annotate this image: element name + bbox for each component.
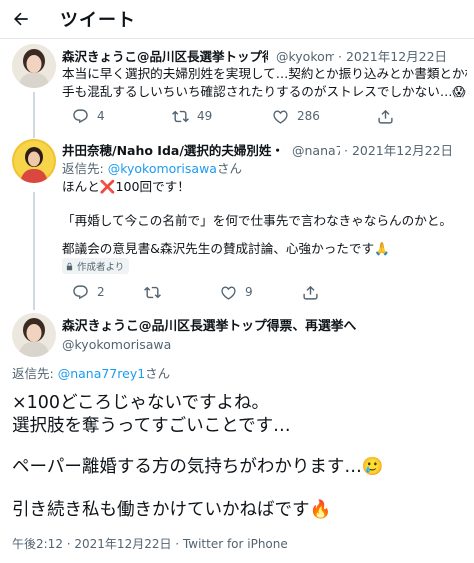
author-handle[interactable]: @nana77rey1 — [292, 142, 340, 159]
focus-text-line: ペーパー離婚する方の気持ちがわかります…🥲 — [12, 457, 384, 477]
tweet-text-line: ほんと❌100回です！ — [62, 179, 190, 194]
reply-icon — [73, 284, 88, 299]
like-count: 9 — [245, 285, 253, 299]
back-arrow-icon[interactable] — [8, 6, 34, 32]
like-icon — [273, 109, 288, 124]
tweet-header: 森沢きょうこ@品川区長選挙トップ得票、再選挙へ @kyokomorisawa ·… — [62, 48, 467, 65]
tweet-date[interactable]: 2021年12月22日 — [346, 49, 447, 64]
focus-author-handle[interactable]: @kyokomorisawa — [62, 336, 362, 353]
reply-count: 4 — [97, 109, 105, 123]
share-icon — [378, 109, 393, 124]
reply-to-link[interactable]: @nana77rey1 — [58, 366, 145, 381]
avatar[interactable] — [12, 44, 56, 88]
thread-line — [33, 92, 35, 138]
tweet-actions: 4 49 286 — [72, 107, 462, 125]
tweet-actions: 2 9 — [72, 283, 462, 301]
reply-suffix: さん — [216, 161, 242, 176]
reply-button[interactable]: 4 — [72, 107, 105, 125]
tweet-header: 井田奈穂/Naho Ida/選択的夫婦別姓・全国陳情アクション @nana77r… — [62, 142, 467, 159]
like-count: 286 — [297, 109, 320, 123]
tweet-text-line: 「再婚して今この名前で」を何で仕事先で言わなきゃならんのかと。 — [62, 213, 453, 228]
tweet-meta: 午後2:12 · 2021年12月22日 · Twitter for iPhon… — [12, 537, 288, 551]
lock-icon — [66, 262, 73, 270]
author-name[interactable]: 森沢きょうこ@品川区長選挙トップ得票、再選挙へ — [62, 48, 268, 65]
focus-text-line: 選択肢を奪うってすごいことです… — [12, 416, 291, 436]
separator: · — [337, 49, 342, 64]
retweet-icon — [144, 286, 161, 298]
thread-line — [33, 192, 35, 310]
avatar[interactable] — [12, 139, 56, 183]
author-handle[interactable]: @kyokomorisawa — [276, 48, 334, 65]
reply-to-link[interactable]: @kyokomorisawa — [108, 161, 217, 176]
reply-prefix: 返信先: — [62, 161, 108, 176]
reply-count: 2 — [97, 285, 105, 299]
tweet-text-line: 手も混乱するしいちいち確認されたりするのがストレスでしかない…😱 — [62, 84, 466, 99]
reply-suffix: さん — [145, 366, 171, 381]
header-divider — [0, 38, 474, 39]
share-button[interactable] — [302, 283, 319, 301]
focus-text-line: 引き続き私も働きかけていかねばです🔥 — [12, 500, 332, 520]
avatar[interactable] — [12, 313, 56, 357]
share-button[interactable] — [377, 107, 394, 125]
top-bar: ツイート — [0, 0, 474, 38]
reply-prefix: 返信先: — [12, 366, 58, 381]
reply-icon — [73, 108, 88, 123]
reply-context: 返信先: @kyokomorisawaさん — [62, 160, 467, 177]
tweet-text-line: 都議会の意見書&森沢先生の賛成討論、心強かったです🙏 — [62, 241, 390, 256]
author-name[interactable]: 井田奈穂/Naho Ida/選択的夫婦別姓・全国陳情アクション — [62, 142, 284, 159]
tweet-date[interactable]: 2021年12月22日 — [352, 143, 453, 158]
focus-author-name[interactable]: 森沢きょうこ@品川区長選挙トップ得票、再選挙へ — [62, 318, 467, 335]
page-title: ツイート — [60, 10, 136, 31]
retweet-count: 49 — [197, 109, 213, 123]
focus-text-line: ×100どころじゃないですよね。 — [12, 393, 270, 413]
retweet-button[interactable] — [144, 283, 161, 301]
retweet-button[interactable]: 49 — [172, 107, 212, 125]
retweet-icon — [172, 110, 189, 122]
author-badge: 作成者より — [62, 258, 130, 274]
like-icon — [221, 285, 236, 300]
tweet-text-line: 本当に早く選択的夫婦別姓を実現して…契約とか振り込みとか書類とか相 — [62, 66, 467, 81]
separator: · — [343, 143, 348, 158]
share-icon — [303, 285, 318, 300]
badge-label: 作成者より — [77, 262, 125, 273]
reply-context: 返信先: @nana77rey1さん — [12, 365, 462, 382]
reply-button[interactable]: 2 — [72, 283, 105, 301]
like-button[interactable]: 286 — [272, 107, 320, 125]
like-button[interactable]: 9 — [220, 283, 253, 301]
